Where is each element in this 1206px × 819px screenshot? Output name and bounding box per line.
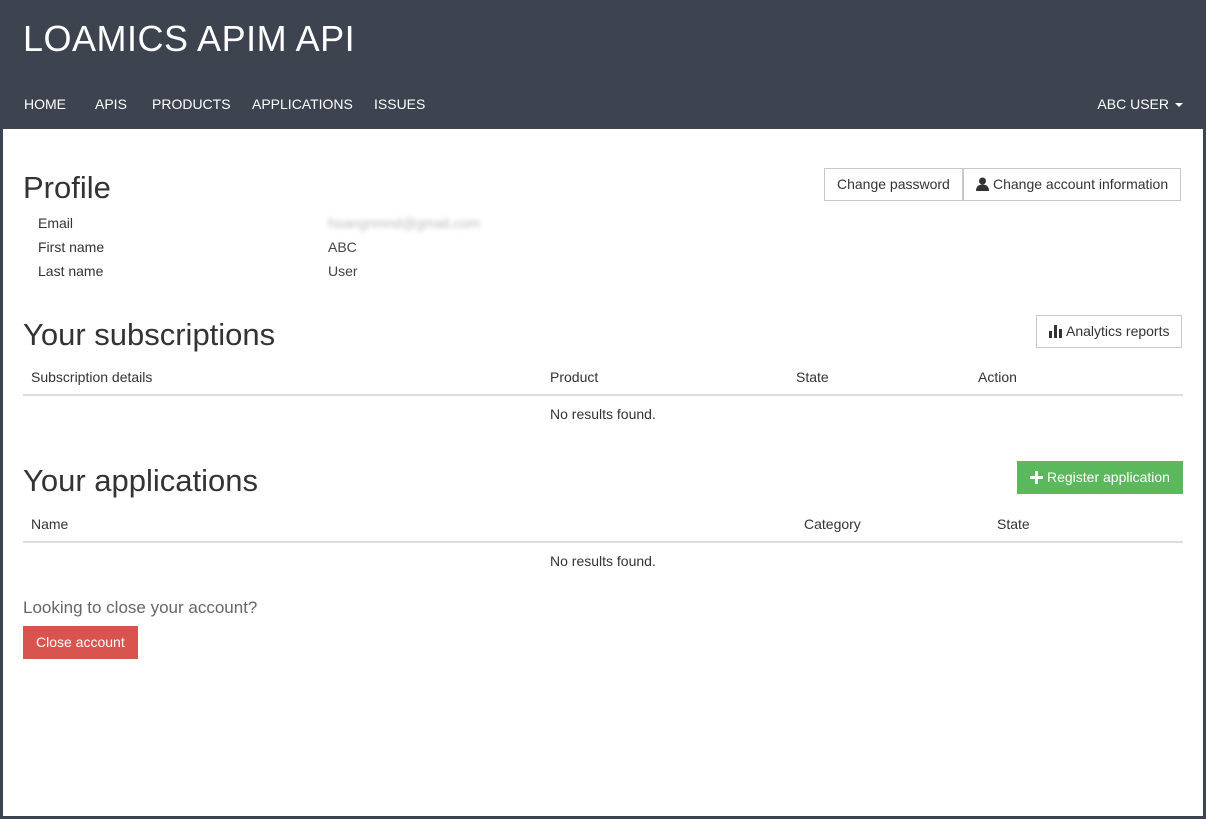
column-name: Name [31,516,69,532]
page-frame: LOAMICS APIM API HOME APIS PRODUCTS APPL… [3,0,1203,816]
nav-products[interactable]: PRODUCTS [152,96,231,112]
profile-heading: Profile [23,170,111,205]
column-category: Category [804,516,861,532]
subscriptions-heading: Your subscriptions [23,317,276,352]
change-account-label: Change account information [993,176,1169,192]
nav-apis[interactable]: APIS [95,96,127,112]
email-value: hoangnmnd@gmail.com [328,215,480,231]
register-application-label: Register application [1047,469,1170,485]
brand-title[interactable]: LOAMICS APIM API [23,18,355,60]
analytics-reports-button[interactable]: Analytics reports [1036,315,1183,348]
applications-heading: Your applications [23,463,258,498]
close-account-prompt: Looking to close your account? [23,598,258,617]
table-divider [23,394,1183,396]
nav-issues[interactable]: ISSUES [374,96,425,112]
change-password-button[interactable]: Change password [824,168,963,201]
user-menu-label: ABC USER [1097,96,1169,112]
applications-empty-text: No results found. [550,553,656,569]
plus-icon [1030,471,1043,484]
last-name-value: User [328,263,358,279]
user-menu[interactable]: ABC USER [1097,96,1183,112]
change-account-button[interactable]: Change account information [963,168,1182,201]
nav-applications[interactable]: APPLICATIONS [252,96,353,112]
column-state: State [796,369,829,385]
column-product: Product [550,369,599,385]
last-name-label: Last name [38,263,104,279]
analytics-reports-label: Analytics reports [1066,323,1170,339]
first-name-label: First name [38,239,105,255]
column-subscription-details: Subscription details [31,369,153,385]
column-app-state: State [997,516,1030,532]
subscriptions-empty-text: No results found. [550,406,656,422]
email-label: Email [38,215,74,231]
table-divider [23,541,1183,543]
column-action: Action [978,369,1017,385]
top-header: LOAMICS APIM API HOME APIS PRODUCTS APPL… [3,0,1203,129]
bar-chart-icon [1049,325,1062,338]
close-account-button[interactable]: Close account [23,626,138,659]
main-nav: HOME APIS PRODUCTS APPLICATIONS ISSUES A… [3,88,1203,120]
nav-home[interactable]: HOME [24,96,66,112]
first-name-value: ABC [328,239,357,255]
register-application-button[interactable]: Register application [1017,461,1183,494]
caret-down-icon [1175,103,1183,108]
user-icon [976,177,989,191]
